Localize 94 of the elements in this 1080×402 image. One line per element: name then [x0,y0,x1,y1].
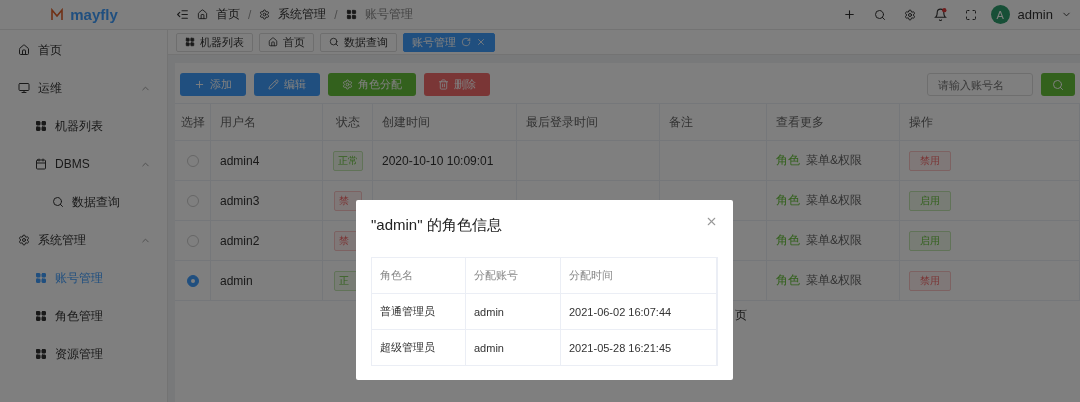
table-link[interactable]: 菜单&权限 [806,152,862,169]
table-cell: admin2 [211,221,323,260]
table-link[interactable]: 角色 [776,232,800,249]
grid-icon [35,348,47,360]
breadcrumb-item[interactable]: 首页 [216,6,240,23]
status-tag: 禁 [333,190,362,211]
table-cell: 2021-06-02 16:07:44 [561,294,717,329]
column-header: 备注 [660,104,767,140]
table-cell: admin3 [211,181,323,220]
refresh-icon[interactable] [461,37,471,47]
table-link[interactable]: 菜单&权限 [806,192,862,209]
sidebar-item[interactable]: 机器列表 [0,107,167,145]
column-header: 操作 [900,104,1080,140]
table-link[interactable]: 角色 [776,152,800,169]
toolbar-button[interactable]: 角色分配 [328,73,416,96]
column-header: 最后登录时间 [517,104,660,140]
action-button[interactable]: 禁用 [909,150,951,171]
table-cell: 2021-05-28 16:21:45 [561,330,717,365]
search-icon [1052,78,1064,91]
action-button[interactable]: 启用 [909,230,951,251]
action-button[interactable]: 禁用 [909,270,951,291]
toolbar-button[interactable]: 添加 [180,73,246,96]
gear-icon [259,9,271,20]
pencil-icon [268,79,279,90]
sidebar-item[interactable]: 资源管理 [0,335,167,373]
column-header: 创建时间 [373,104,517,140]
action-button[interactable]: 启用 [909,190,951,211]
search-icon [329,37,339,47]
monitor-icon [18,82,30,94]
home-icon [18,44,30,56]
breadcrumb-item[interactable]: 系统管理 [278,6,327,23]
radio-button[interactable] [186,274,199,287]
breadcrumb-separator: / [248,7,252,22]
toolbar-button[interactable]: 编辑 [254,73,320,96]
column-header: 分配账号 [466,258,561,293]
table-cell: 超级管理员 [372,330,466,365]
logo-icon [50,7,65,22]
tab[interactable]: 账号管理 [403,32,495,52]
bell-icon[interactable] [933,8,947,21]
column-header: 选择 [175,104,211,140]
grid-icon [35,272,47,284]
menu-icon[interactable] [176,8,189,21]
grid-icon [35,310,47,322]
column-header: 查看更多 [767,104,900,140]
gear-icon [18,234,30,246]
grid-icon [35,120,47,132]
grid-icon [185,37,195,47]
dialog-title: "admin" 的角色信息 [371,216,502,235]
column-header: 状态 [323,104,373,140]
column-header: 角色名 [372,258,466,293]
plus-icon [194,79,205,90]
home-icon [268,37,278,47]
table-cell: admin [211,261,323,300]
pagination-text: 页 [735,308,747,322]
table-link[interactable]: 角色 [776,192,800,209]
close-icon[interactable] [705,215,718,228]
fullscreen-icon[interactable] [964,8,977,21]
search-icon[interactable] [873,8,886,21]
toolbar-button[interactable]: 删除 [424,73,490,96]
trash-icon [438,79,449,90]
calendar-icon [35,158,47,170]
table-link[interactable]: 菜单&权限 [806,272,862,289]
sidebar-item[interactable]: 运维 [0,69,167,107]
tab[interactable]: 数据查询 [320,32,397,52]
table-cell: 2020-10-10 10:09:01 [373,141,517,180]
home-icon [197,9,208,20]
column-header: 分配时间 [561,258,717,293]
user-name[interactable]: admin [1017,7,1053,22]
logo-text: mayfly [70,6,118,23]
tab[interactable]: 机器列表 [176,32,253,52]
breadcrumb-separator: / [334,7,338,22]
gear-icon [342,79,353,90]
avatar[interactable]: A [990,5,1010,24]
status-tag: 正常 [332,150,363,171]
tab[interactable]: 首页 [259,32,314,52]
sidebar-item[interactable]: DBMS [0,145,167,183]
grid-icon [345,9,357,20]
search-button[interactable] [1041,73,1075,96]
column-header: 用户名 [211,104,323,140]
table-link[interactable]: 角色 [776,272,800,289]
table-cell: admin [466,330,561,365]
sidebar-item[interactable]: 首页 [0,31,167,69]
sidebar-item[interactable]: 系统管理 [0,221,167,259]
sidebar-item[interactable]: 数据查询 [0,183,167,221]
table-link[interactable]: 菜单&权限 [806,232,862,249]
sidebar-item[interactable]: 账号管理 [0,259,167,297]
close-icon[interactable] [476,37,486,47]
table-cell: 普通管理员 [372,294,466,329]
sidebar-item[interactable]: 角色管理 [0,297,167,335]
plus-icon[interactable] [842,8,856,21]
table-cell: admin4 [211,141,323,180]
search-icon [52,196,64,208]
table-cell: admin [466,294,561,329]
settings-icon[interactable] [903,8,916,21]
